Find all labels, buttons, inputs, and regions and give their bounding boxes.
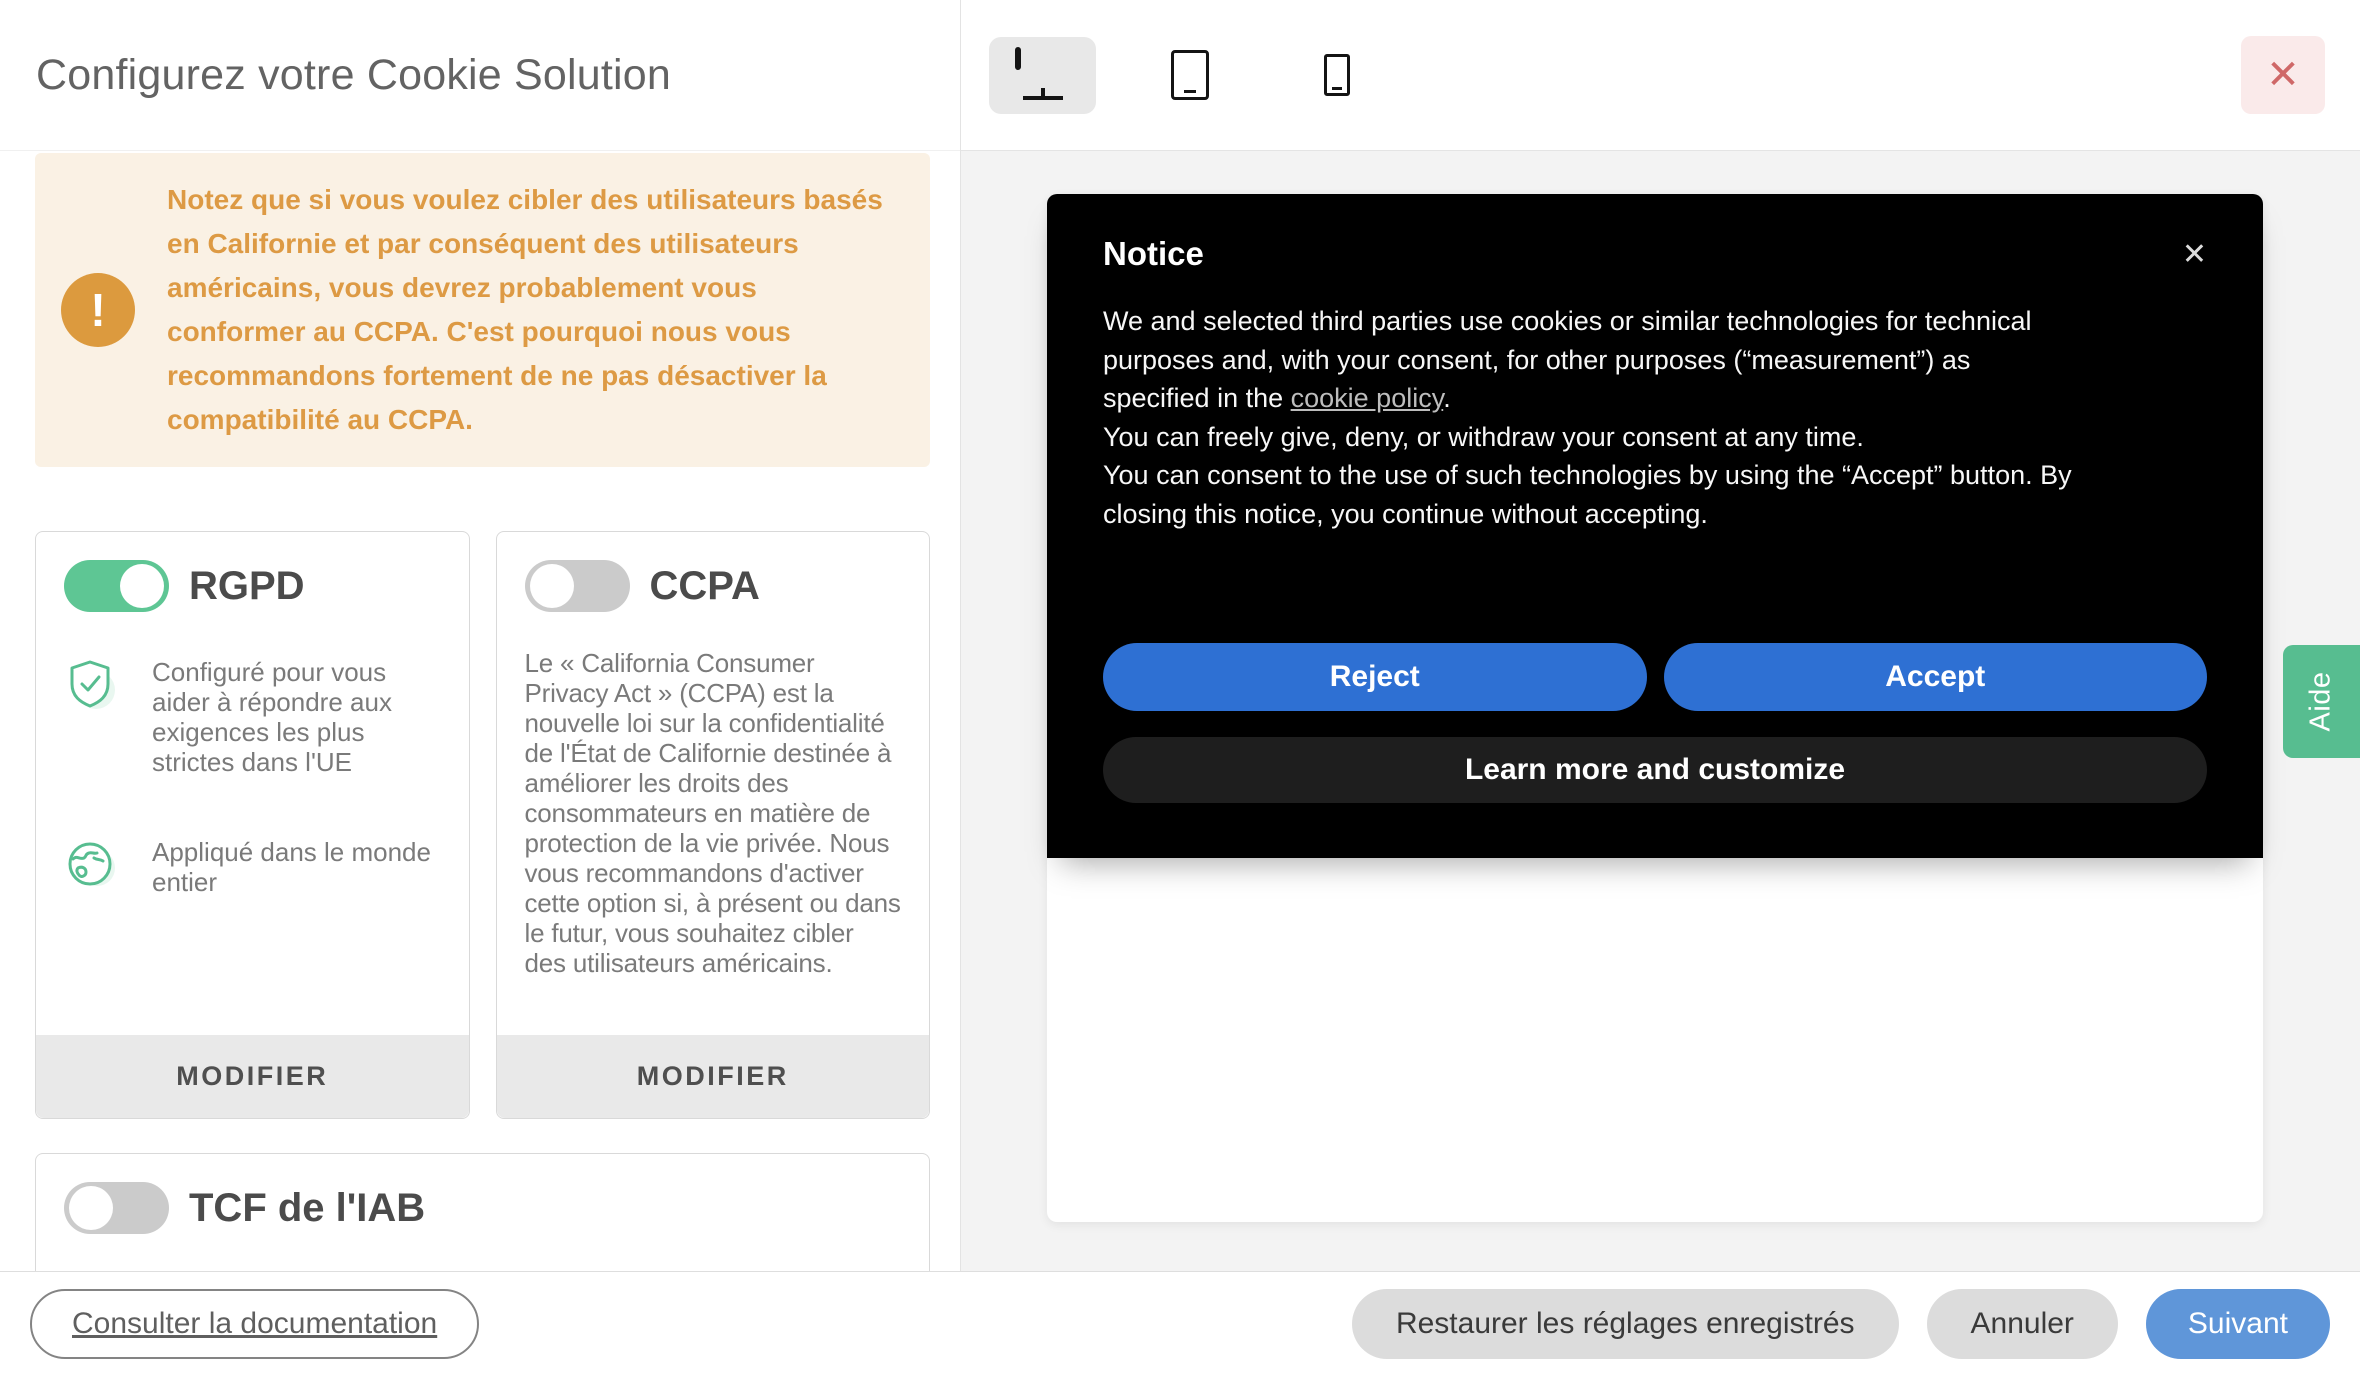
notice-line: purposes and, with your consent, for oth… (1103, 344, 1971, 375)
notice-line: We and selected third parties use cookie… (1103, 306, 2032, 336)
reject-button[interactable]: Reject (1103, 643, 1647, 711)
ccpa-modify-button[interactable]: MODIFIER (496, 1035, 929, 1118)
compliance-cards-row: RGPD Configuré pour vous aider à répondr… (35, 531, 930, 1119)
toggle-knob (529, 564, 574, 608)
rgpd-label: RGPD (189, 563, 305, 608)
tablet-icon (1170, 50, 1209, 100)
toggle-knob (120, 564, 164, 608)
site-preview-card: Notice ✕ We and selected third parties u… (1047, 194, 2263, 1222)
preview-panel: ✕ Notice ✕ We and selected third parties… (961, 0, 2360, 1271)
notice-close-icon[interactable]: ✕ (2182, 237, 2207, 272)
footer-bar: Consulter la documentation Restaurer les… (0, 1271, 2360, 1375)
dialog-close-button[interactable]: ✕ (2241, 36, 2325, 114)
device-tab-mobile[interactable] (1283, 37, 1390, 114)
settings-header: Configurez votre Cookie Solution (0, 0, 960, 151)
ccpa-label: CCPA (649, 563, 760, 608)
preview-header: ✕ (961, 0, 2360, 151)
rgpd-feature-eu: Configuré pour vous aider à répondre aux… (64, 657, 441, 777)
documentation-button[interactable]: Consulter la documentation (30, 1288, 480, 1359)
device-tab-desktop[interactable] (989, 36, 1096, 114)
cookie-policy-link[interactable]: cookie policy (1291, 383, 1444, 413)
tcf-toggle-row: TCF de l'IAB (64, 1182, 901, 1234)
rgpd-feature-text: Configuré pour vous aider à répondre aux… (152, 657, 392, 777)
tcf-card: TCF de l'IAB (35, 1153, 930, 1271)
settings-body: ! Notez que si vous voulez cibler des ut… (0, 151, 960, 1271)
notice-line-text: . (1443, 383, 1451, 413)
ccpa-warning-box: ! Notez que si vous voulez cibler des ut… (35, 153, 930, 467)
notice-actions: Reject Accept (1103, 643, 2207, 711)
ccpa-description: Le « California Consumer Privacy Act » (… (524, 648, 901, 978)
shield-check-icon (64, 657, 118, 711)
notice-line: You can consent to the use of such techn… (1103, 460, 2072, 490)
page-title: Configurez votre Cookie Solution (36, 50, 672, 99)
main-row: Configurez votre Cookie Solution ! Notez… (0, 0, 2360, 1271)
preview-area: Notice ✕ We and selected third parties u… (961, 151, 2360, 1271)
cancel-button[interactable]: Annuler (1926, 1288, 2118, 1359)
device-tabs (989, 36, 1390, 114)
exclamation-icon: ! (61, 273, 135, 347)
notice-header: Notice ✕ (1103, 234, 2207, 274)
settings-panel: Configurez votre Cookie Solution ! Notez… (0, 0, 961, 1271)
ccpa-toggle-row: CCPA (524, 560, 902, 612)
toggle-knob (69, 1186, 113, 1230)
warning-text: Notez que si vous voulez cibler des util… (167, 184, 883, 435)
rgpd-features: Configuré pour vous aider à répondre aux… (64, 657, 441, 897)
next-button[interactable]: Suivant (2145, 1288, 2330, 1359)
notice-line: specified in the cookie policy. (1103, 379, 2207, 418)
close-icon: ✕ (2266, 53, 2300, 97)
cookie-notice-banner: Notice ✕ We and selected third parties u… (1047, 194, 2263, 858)
cookie-solution-config-dialog: Configurez votre Cookie Solution ! Notez… (0, 0, 2360, 1375)
mobile-icon (1323, 54, 1350, 96)
desktop-icon (1014, 47, 1071, 100)
restore-settings-button[interactable]: Restaurer les réglages enregistrés (1351, 1288, 1899, 1359)
tcf-label: TCF de l'IAB (189, 1185, 426, 1230)
rgpd-toggle[interactable] (64, 560, 169, 612)
notice-title: Notice (1103, 235, 1204, 272)
notice-line: You can freely give, deny, or withdraw y… (1103, 421, 1864, 452)
notice-body: We and selected third parties use cookie… (1103, 302, 2207, 533)
ccpa-toggle[interactable] (524, 560, 630, 612)
accept-button[interactable]: Accept (1663, 643, 2207, 711)
rgpd-toggle-row: RGPD (64, 560, 441, 612)
rgpd-feature-text: Appliqué dans le monde entier (152, 837, 431, 897)
documentation-link-label: Consulter la documentation (72, 1306, 438, 1340)
notice-line-text: specified in the (1103, 383, 1291, 413)
ccpa-card: CCPA Le « California Consumer Privacy Ac… (495, 531, 930, 1119)
notice-line: closing this notice, you continue withou… (1103, 498, 1708, 529)
footer-actions: Restaurer les réglages enregistrés Annul… (1351, 1288, 2330, 1359)
globe-icon (64, 837, 118, 891)
rgpd-modify-button[interactable]: MODIFIER (36, 1035, 469, 1118)
device-tab-tablet[interactable] (1136, 37, 1243, 114)
tcf-toggle[interactable] (64, 1182, 169, 1234)
help-tab-label: Aide (2304, 671, 2337, 732)
rgpd-feature-global: Appliqué dans le monde entier (64, 837, 441, 897)
help-tab[interactable]: Aide (2283, 645, 2360, 758)
learn-more-button[interactable]: Learn more and customize (1103, 737, 2207, 803)
rgpd-card: RGPD Configuré pour vous aider à répondr… (35, 531, 470, 1119)
